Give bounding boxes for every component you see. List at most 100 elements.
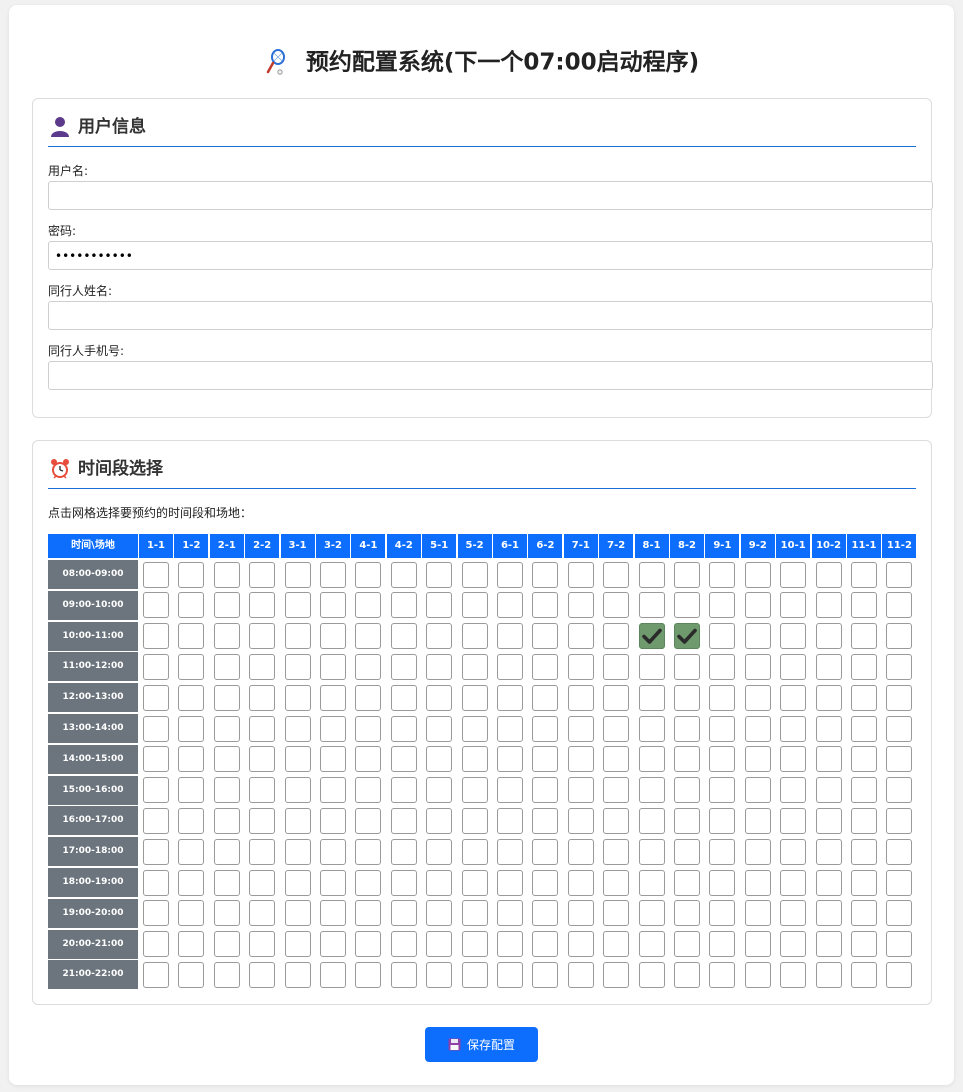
slot-checkbox-18:00-19:00-3-1[interactable] [284, 869, 311, 896]
slot-checkbox-18:00-19:00-1-1[interactable] [143, 869, 169, 896]
slot-checkbox-12:00-13:00-1-2[interactable] [178, 684, 205, 711]
slot-checkbox-15:00-16:00-10-1[interactable] [780, 777, 807, 804]
slot-checkbox-12:00-13:00-4-1[interactable] [355, 684, 382, 711]
slot-checkbox-21:00-22:00-3-2[interactable] [320, 961, 346, 988]
slot-checkbox-14:00-15:00-7-1[interactable] [567, 746, 594, 773]
slot-checkbox-13:00-14:00-7-2[interactable] [603, 715, 630, 742]
companion-name-field[interactable] [48, 301, 933, 330]
slot-checkbox-09:00-10:00-8-2[interactable] [674, 592, 700, 619]
slot-checkbox-12:00-13:00-9-2[interactable] [744, 684, 771, 711]
slot-checkbox-20:00-21:00-7-1[interactable] [567, 931, 594, 958]
slot-checkbox-16:00-17:00-6-1[interactable] [497, 807, 523, 834]
slot-checkbox-15:00-16:00-4-2[interactable] [390, 777, 417, 804]
slot-checkbox-08:00-09:00-10-1[interactable] [780, 561, 807, 588]
slot-checkbox-21:00-22:00-4-2[interactable] [390, 961, 417, 988]
slot-checkbox-21:00-22:00-8-2[interactable] [674, 961, 700, 988]
slot-checkbox-11:00-12:00-7-2[interactable] [603, 653, 630, 680]
slot-checkbox-12:00-13:00-2-2[interactable] [249, 684, 276, 711]
slot-checkbox-16:00-17:00-3-1[interactable] [284, 807, 311, 834]
slot-checkbox-13:00-14:00-3-1[interactable] [284, 715, 311, 742]
slot-checkbox-21:00-22:00-3-1[interactable] [284, 961, 311, 988]
slot-checkbox-14:00-15:00-9-1[interactable] [709, 746, 736, 773]
slot-checkbox-09:00-10:00-4-1[interactable] [355, 592, 382, 619]
slot-checkbox-16:00-17:00-10-2[interactable] [815, 807, 842, 834]
slot-checkbox-12:00-13:00-5-1[interactable] [426, 684, 453, 711]
slot-checkbox-20:00-21:00-8-1[interactable] [638, 931, 665, 958]
slot-checkbox-08:00-09:00-1-1[interactable] [143, 561, 169, 588]
slot-checkbox-08:00-09:00-4-1[interactable] [355, 561, 382, 588]
slot-checkbox-15:00-16:00-5-1[interactable] [426, 777, 453, 804]
slot-checkbox-09:00-10:00-9-2[interactable] [744, 592, 771, 619]
slot-checkbox-18:00-19:00-8-1[interactable] [638, 869, 665, 896]
slot-checkbox-16:00-17:00-11-2[interactable] [886, 807, 913, 834]
slot-checkbox-10:00-11:00-8-1[interactable] [638, 623, 665, 650]
slot-checkbox-14:00-15:00-2-2[interactable] [249, 746, 276, 773]
slot-checkbox-14:00-15:00-11-2[interactable] [886, 746, 913, 773]
slot-checkbox-09:00-10:00-6-1[interactable] [497, 592, 523, 619]
slot-checkbox-11:00-12:00-10-2[interactable] [815, 653, 842, 680]
slot-checkbox-09:00-10:00-10-1[interactable] [780, 592, 807, 619]
slot-checkbox-16:00-17:00-5-1[interactable] [426, 807, 453, 834]
slot-checkbox-20:00-21:00-1-1[interactable] [143, 931, 169, 958]
slot-checkbox-14:00-15:00-11-1[interactable] [851, 746, 877, 773]
slot-checkbox-20:00-21:00-4-1[interactable] [355, 931, 382, 958]
slot-checkbox-11:00-12:00-6-2[interactable] [532, 653, 559, 680]
slot-checkbox-17:00-18:00-2-1[interactable] [213, 838, 240, 865]
slot-checkbox-17:00-18:00-10-1[interactable] [780, 838, 807, 865]
slot-checkbox-16:00-17:00-11-1[interactable] [851, 807, 877, 834]
slot-checkbox-17:00-18:00-7-2[interactable] [603, 838, 630, 865]
slot-checkbox-13:00-14:00-3-2[interactable] [320, 715, 346, 742]
slot-checkbox-19:00-20:00-7-2[interactable] [603, 900, 630, 927]
slot-checkbox-13:00-14:00-8-1[interactable] [638, 715, 665, 742]
slot-checkbox-10:00-11:00-8-2[interactable] [674, 623, 700, 650]
slot-checkbox-13:00-14:00-5-2[interactable] [461, 715, 488, 742]
slot-checkbox-12:00-13:00-2-1[interactable] [213, 684, 240, 711]
slot-checkbox-19:00-20:00-11-2[interactable] [886, 900, 913, 927]
slot-checkbox-12:00-13:00-5-2[interactable] [461, 684, 488, 711]
slot-checkbox-09:00-10:00-5-1[interactable] [426, 592, 453, 619]
save-config-button[interactable]: 保存配置 [425, 1027, 538, 1062]
slot-checkbox-17:00-18:00-11-1[interactable] [851, 838, 877, 865]
slot-checkbox-08:00-09:00-7-1[interactable] [567, 561, 594, 588]
slot-checkbox-13:00-14:00-6-1[interactable] [497, 715, 523, 742]
slot-checkbox-17:00-18:00-5-2[interactable] [461, 838, 488, 865]
slot-checkbox-17:00-18:00-7-1[interactable] [567, 838, 594, 865]
slot-checkbox-20:00-21:00-11-2[interactable] [886, 931, 913, 958]
slot-checkbox-08:00-09:00-5-1[interactable] [426, 561, 453, 588]
slot-checkbox-08:00-09:00-1-2[interactable] [178, 561, 205, 588]
slot-checkbox-18:00-19:00-7-2[interactable] [603, 869, 630, 896]
slot-checkbox-08:00-09:00-2-2[interactable] [249, 561, 276, 588]
slot-checkbox-15:00-16:00-6-1[interactable] [497, 777, 523, 804]
slot-checkbox-19:00-20:00-2-2[interactable] [249, 900, 276, 927]
slot-checkbox-19:00-20:00-2-1[interactable] [213, 900, 240, 927]
slot-checkbox-15:00-16:00-4-1[interactable] [355, 777, 382, 804]
slot-checkbox-14:00-15:00-7-2[interactable] [603, 746, 630, 773]
slot-checkbox-12:00-13:00-7-1[interactable] [567, 684, 594, 711]
slot-checkbox-21:00-22:00-4-1[interactable] [355, 961, 382, 988]
slot-checkbox-08:00-09:00-8-1[interactable] [638, 561, 665, 588]
slot-checkbox-16:00-17:00-4-2[interactable] [390, 807, 417, 834]
slot-checkbox-17:00-18:00-1-1[interactable] [143, 838, 169, 865]
slot-checkbox-08:00-09:00-3-2[interactable] [320, 561, 346, 588]
slot-checkbox-20:00-21:00-9-1[interactable] [709, 931, 736, 958]
slot-checkbox-17:00-18:00-3-2[interactable] [320, 838, 346, 865]
slot-checkbox-10:00-11:00-1-2[interactable] [178, 623, 205, 650]
password-field[interactable] [48, 241, 933, 270]
slot-checkbox-11:00-12:00-5-2[interactable] [461, 653, 488, 680]
slot-checkbox-13:00-14:00-4-2[interactable] [390, 715, 417, 742]
slot-checkbox-11:00-12:00-1-1[interactable] [143, 653, 169, 680]
slot-checkbox-16:00-17:00-7-2[interactable] [603, 807, 630, 834]
slot-checkbox-10:00-11:00-11-1[interactable] [851, 623, 877, 650]
slot-checkbox-20:00-21:00-8-2[interactable] [674, 931, 700, 958]
slot-checkbox-19:00-20:00-4-1[interactable] [355, 900, 382, 927]
slot-checkbox-20:00-21:00-10-1[interactable] [780, 931, 807, 958]
slot-checkbox-17:00-18:00-1-2[interactable] [178, 838, 205, 865]
slot-checkbox-19:00-20:00-1-2[interactable] [178, 900, 205, 927]
slot-checkbox-20:00-21:00-4-2[interactable] [390, 931, 417, 958]
slot-checkbox-09:00-10:00-11-1[interactable] [851, 592, 877, 619]
slot-checkbox-12:00-13:00-6-1[interactable] [497, 684, 523, 711]
slot-checkbox-15:00-16:00-1-1[interactable] [143, 777, 169, 804]
slot-checkbox-15:00-16:00-1-2[interactable] [178, 777, 205, 804]
slot-checkbox-20:00-21:00-1-2[interactable] [178, 931, 205, 958]
slot-checkbox-21:00-22:00-9-1[interactable] [709, 961, 736, 988]
